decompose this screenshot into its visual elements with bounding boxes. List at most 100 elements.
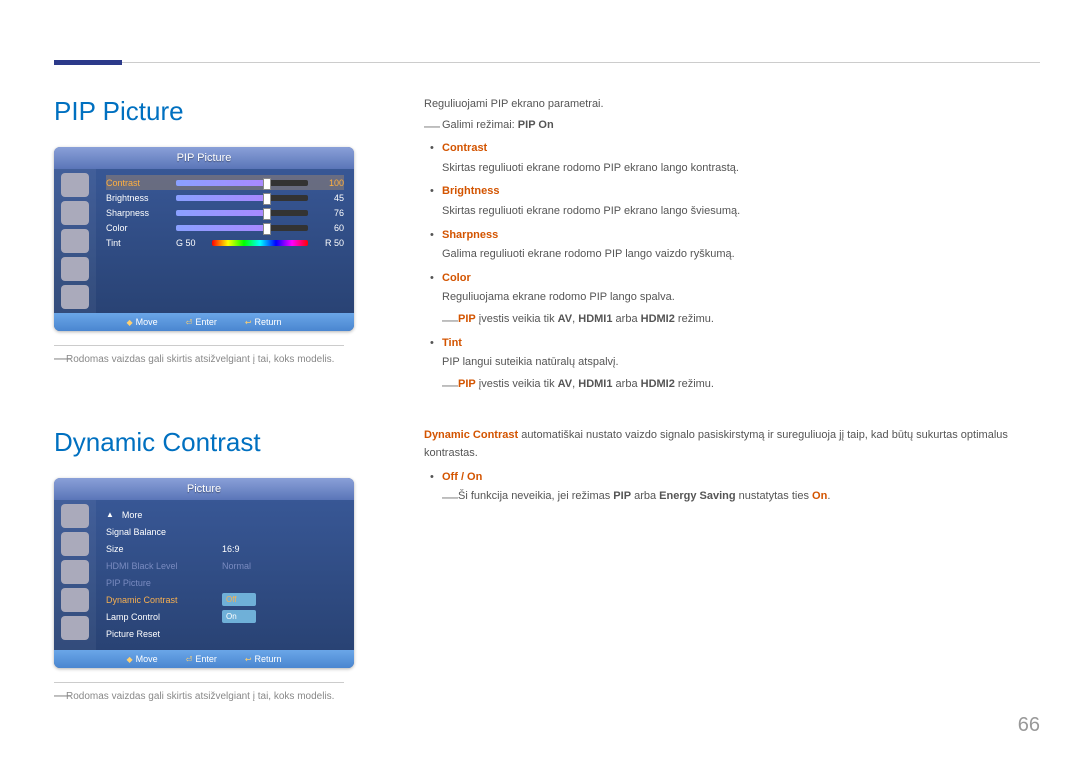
osd-row-tint[interactable]: Tint G 50 R 50 [106, 235, 344, 250]
osd-row: PIP Picture [106, 574, 344, 591]
item-tint: •Tint [424, 335, 1040, 353]
footer-return[interactable]: ↩Return [245, 317, 282, 327]
color-note: ― PIP įvestis veikia tik AV, HDMI1 arba … [424, 311, 1040, 329]
osd-row-sharpness[interactable]: Sharpness 76 [106, 205, 344, 220]
osd-sidebar-icons [54, 500, 96, 650]
osd-value: 100 [314, 178, 344, 188]
osd-slider[interactable] [176, 180, 308, 186]
enter-icon: ⏎ [186, 318, 193, 327]
move-icon: ◆ [126, 655, 132, 664]
osd-hue-slider[interactable] [212, 240, 308, 246]
osd-row[interactable]: Signal Balance [106, 523, 344, 540]
osd-icon [61, 173, 89, 197]
return-icon: ↩ [245, 655, 252, 664]
osd-icon [61, 285, 89, 309]
footer-move[interactable]: ◆Move [126, 317, 157, 327]
osd-row[interactable]: Picture Reset [106, 625, 344, 642]
top-rule [54, 62, 1040, 63]
osd-title: PIP Picture [54, 147, 354, 169]
heading-pip-picture: PIP Picture [54, 96, 384, 127]
item-desc: PIP langui suteikia natūralų atspalvį. [424, 354, 1040, 372]
osd-label: Sharpness [106, 208, 170, 218]
item-desc: Galima reguliuoti ekrane rodomo PIP lang… [424, 246, 1040, 264]
tint-left: G 50 [176, 238, 206, 248]
osd-label: Brightness [106, 193, 170, 203]
dash-icon: ― [54, 687, 70, 705]
osd-footer: ◆Move ⏎Enter ↩Return [54, 313, 354, 331]
item-sharpness: •Sharpness [424, 227, 1040, 245]
heading-dynamic-contrast: Dynamic Contrast [54, 427, 384, 458]
footnote: ― Rodomas vaizdas gali skirtis atsižvelg… [54, 354, 384, 365]
osd-row-contrast[interactable]: Contrast 100 [106, 175, 344, 190]
osd-label: Color [106, 223, 170, 233]
bullet-icon: • [430, 227, 434, 245]
item-offon: • Off / On [424, 469, 1040, 487]
item-desc: Skirtas reguliuoti ekrane rodomo PIP ekr… [424, 160, 1040, 178]
osd-slider[interactable] [176, 195, 308, 201]
osd-picture: Picture ▲ More Signal Balan [54, 478, 354, 668]
bullet-icon: • [430, 140, 434, 158]
footer-enter[interactable]: ⏎Enter [186, 317, 217, 327]
osd-footer: ◆Move ⏎Enter ↩Return [54, 650, 354, 668]
dash-icon: ― [442, 485, 458, 511]
section-dynamic-contrast: Dynamic Contrast Picture ▲ More [54, 427, 1040, 702]
dash-icon: ― [424, 114, 440, 140]
return-icon: ↩ [245, 318, 252, 327]
osd-sidebar-icons [54, 169, 96, 313]
footer-return[interactable]: ↩Return [245, 654, 282, 664]
osd-pip-picture: PIP Picture Contrast 100 [54, 147, 354, 331]
dash-icon: ― [54, 350, 70, 368]
dc-intro: Dynamic Contrast automatiškai nustato va… [424, 427, 1040, 462]
osd-icon [61, 201, 89, 225]
osd-value: 45 [314, 193, 344, 203]
move-icon: ◆ [126, 318, 132, 327]
osd-row-color[interactable]: Color 60 [106, 220, 344, 235]
modes-line: ― Galimi režimai: PIP On [424, 117, 1040, 135]
osd-slider[interactable] [176, 210, 308, 216]
osd-icon [61, 616, 89, 640]
bullet-icon: • [430, 270, 434, 288]
osd-icon [61, 229, 89, 253]
dash-icon: ― [442, 308, 458, 334]
footer-move[interactable]: ◆Move [126, 654, 157, 664]
osd-icon [61, 257, 89, 281]
osd-icon [61, 588, 89, 612]
footer-enter[interactable]: ⏎Enter [186, 654, 217, 664]
bullet-icon: • [430, 335, 434, 353]
osd-row[interactable]: Lamp ControlOn [106, 608, 344, 625]
osd-label: More [122, 510, 232, 520]
bullet-icon: • [430, 469, 434, 487]
item-desc: Skirtas reguliuoti ekrane rodomo PIP ekr… [424, 203, 1040, 221]
osd-panel: Contrast 100 Brightness 45 Sharpness [96, 169, 354, 313]
item-color: •Color [424, 270, 1040, 288]
osd-label: Contrast [106, 178, 170, 188]
note-separator [54, 345, 344, 346]
page-number: 66 [1018, 714, 1040, 737]
footnote: ― Rodomas vaizdas gali skirtis atsižvelg… [54, 691, 384, 702]
osd-panel: ▲ More Signal Balance Size16:9 HDMI Blac… [96, 500, 354, 650]
top-rule-accent [54, 60, 122, 65]
up-arrow-icon: ▲ [106, 510, 114, 519]
osd-row-dynamic-contrast[interactable]: Dynamic ContrastOff [106, 591, 344, 608]
osd-row[interactable]: Size16:9 [106, 540, 344, 557]
osd-row-more[interactable]: ▲ More [106, 506, 344, 523]
tint-note: ― PIP įvestis veikia tik AV, HDMI1 arba … [424, 376, 1040, 394]
osd-row: HDMI Black LevelNormal [106, 557, 344, 574]
item-contrast: •Contrast [424, 140, 1040, 158]
bullet-icon: • [430, 183, 434, 201]
item-desc: Reguliuojama ekrane rodomo PIP lango spa… [424, 289, 1040, 307]
dc-note: ― Ši funkcija neveikia, jei režimas PIP … [424, 488, 1040, 506]
intro-text: Reguliuojami PIP ekrano parametrai. [424, 96, 1040, 114]
note-separator [54, 682, 344, 683]
enter-icon: ⏎ [186, 655, 193, 664]
osd-icon [61, 560, 89, 584]
osd-title: Picture [54, 478, 354, 500]
osd-icon [61, 504, 89, 528]
dash-icon: ― [442, 373, 458, 399]
osd-value: 76 [314, 208, 344, 218]
osd-icon [61, 532, 89, 556]
osd-row-brightness[interactable]: Brightness 45 [106, 190, 344, 205]
osd-slider[interactable] [176, 225, 308, 231]
section-pip-picture: PIP Picture PIP Picture Contrast [54, 96, 1040, 397]
item-brightness: •Brightness [424, 183, 1040, 201]
